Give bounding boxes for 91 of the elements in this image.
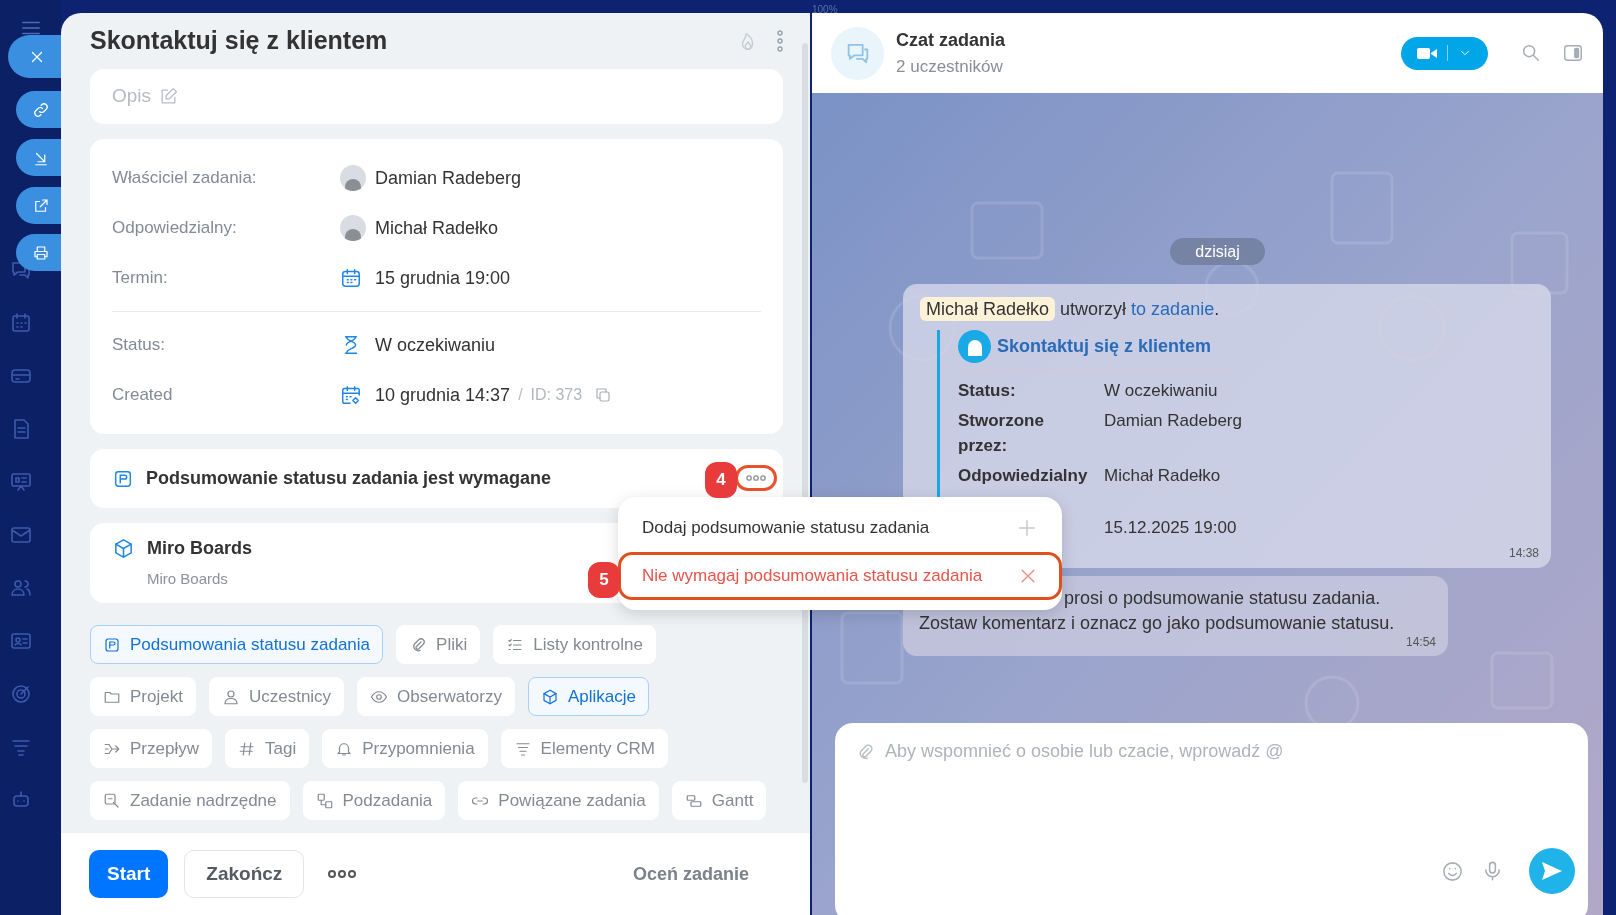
field-label: Status:: [958, 380, 1017, 402]
tab-chip[interactable]: Aplikacje: [528, 677, 650, 716]
tab-chip[interactable]: Tagi: [224, 729, 310, 768]
separator: /: [518, 385, 523, 405]
field-value: 10 grudnia 14:37: [375, 383, 511, 407]
emoji-icon: [1441, 860, 1464, 883]
message-composer[interactable]: Aby wspomnieć o osobie lub czacie, wprowadź @: [835, 723, 1588, 915]
field-label: Stworzone przez:: [958, 410, 1045, 457]
field-label: Odpowiedzialny: [958, 465, 1089, 487]
tab-chip[interactable]: Przypomnienia: [322, 729, 488, 768]
task-link[interactable]: to zadanie: [1131, 299, 1215, 319]
field-label: Odpowiedzialny:: [112, 217, 238, 240]
minimize-button[interactable]: [16, 139, 61, 176]
target-icon: [9, 682, 33, 706]
card-title[interactable]: Skontaktuj się z klientem: [997, 333, 1212, 360]
calendar-icon: [9, 311, 33, 335]
side-panel-icon: [1562, 42, 1584, 64]
copy-icon: [594, 386, 613, 404]
tab-chip[interactable]: Elementy CRM: [500, 729, 668, 768]
requirement-text: Podsumowanie statusu zadania jest wymagane: [146, 467, 552, 490]
field-label: Właściciel zadania:: [112, 167, 258, 190]
tab-chip[interactable]: Uczestnicy: [208, 677, 345, 716]
tab-chip[interactable]: Pliki: [396, 625, 481, 664]
menu-item[interactable]: Nie wymagaj podsumowania statusu zadania: [618, 552, 1062, 600]
task-title: Skontaktuj się z klientem: [90, 25, 388, 57]
person-icon: [221, 687, 240, 706]
copy-link-button[interactable]: [16, 91, 61, 128]
field-value[interactable]: Damian Radeberg: [375, 164, 522, 192]
edit-icon: [159, 87, 179, 106]
chat-subtitle[interactable]: 2 uczestników: [896, 53, 1006, 80]
calendar-icon: [340, 267, 362, 289]
send-icon: [1541, 861, 1563, 881]
more-icon[interactable]: [328, 869, 357, 879]
tab-chip[interactable]: Podzadania: [302, 781, 446, 820]
message-text: prosi o podsumowanie statusu zadania.: [1064, 587, 1381, 610]
video-call-button[interactable]: [1401, 36, 1488, 70]
menu-item[interactable]: Dodaj podsumowanie statusu zadania: [618, 504, 1062, 552]
avatar: [958, 330, 991, 363]
field-value: Damian Radeberg: [1104, 410, 1242, 432]
avatar: [340, 165, 366, 191]
plus-icon: [1016, 517, 1038, 539]
tab-chip[interactable]: Powiązane zadania: [458, 781, 659, 820]
subtasks-icon: [315, 791, 334, 810]
cube-icon: [541, 687, 559, 706]
print-button[interactable]: [16, 234, 61, 271]
rate-task-link[interactable]: Oceń zadanie: [632, 860, 749, 888]
field-value: 15 grudnia 19:00: [375, 266, 511, 290]
tab-chip[interactable]: Podsumowania statusu zadania: [90, 625, 384, 664]
print-icon: [31, 243, 50, 262]
field-label: Termin:: [112, 267, 169, 290]
tab-chip[interactable]: Projekt: [90, 677, 196, 716]
camera-icon: [1417, 46, 1437, 60]
close-button[interactable]: [8, 35, 61, 78]
hash-icon: [237, 739, 256, 758]
finish-button[interactable]: Zakończ: [184, 850, 305, 898]
more-button[interactable]: [735, 465, 777, 491]
avatar: [340, 215, 366, 241]
field-label: Created: [112, 384, 174, 407]
chat-title: Czat zadania: [896, 28, 1006, 52]
description-field[interactable]: Opis: [90, 69, 783, 124]
tab-chip[interactable]: Listy kontrolne: [493, 625, 656, 664]
more-icon: [746, 475, 766, 481]
cube-icon: [112, 537, 135, 561]
open-new-window-button[interactable]: [16, 187, 61, 224]
app-subtitle: Miro Boards: [147, 569, 228, 590]
tab-chip[interactable]: Zadanie nadrzędne: [90, 781, 290, 820]
calendar-edit-icon: [340, 384, 362, 406]
field-value: W oczekiwaniu: [1104, 380, 1218, 402]
message-time: 14:38: [1508, 545, 1539, 562]
app-title[interactable]: Miro Boards: [147, 535, 252, 563]
tab-chip[interactable]: Gantt: [671, 781, 767, 820]
message-text: Zostaw komentarz i oznacz go jako podsumowanie statusu.: [919, 612, 1395, 635]
message-time: 14:54: [1405, 634, 1436, 651]
message-text: Michał Radełko utworzył to zadanie.: [920, 296, 1534, 322]
author-mention[interactable]: Michał Radełko: [920, 297, 1056, 321]
step-badge: 5: [588, 562, 620, 598]
field-value: W oczekiwaniu: [375, 333, 496, 357]
start-button[interactable]: Start: [89, 850, 169, 898]
task-icon: [103, 791, 121, 810]
presentation-icon: [9, 470, 33, 494]
tab-chip[interactable]: Przepływ: [90, 729, 212, 768]
link-icon: [31, 100, 50, 119]
step-badge: 4: [705, 462, 737, 498]
field-value[interactable]: Michał Radełko: [375, 214, 499, 242]
zoom-level: 100%: [812, 3, 838, 17]
tab-chip[interactable]: Obserwatorzy: [357, 677, 515, 716]
field-value: 15.12.2025 19:00: [1104, 517, 1237, 539]
task-id: ID: 373: [530, 385, 583, 405]
field-value: Michał Radełko: [1104, 465, 1221, 487]
field-label: Status:: [112, 334, 166, 357]
search-icon: [1520, 42, 1542, 64]
